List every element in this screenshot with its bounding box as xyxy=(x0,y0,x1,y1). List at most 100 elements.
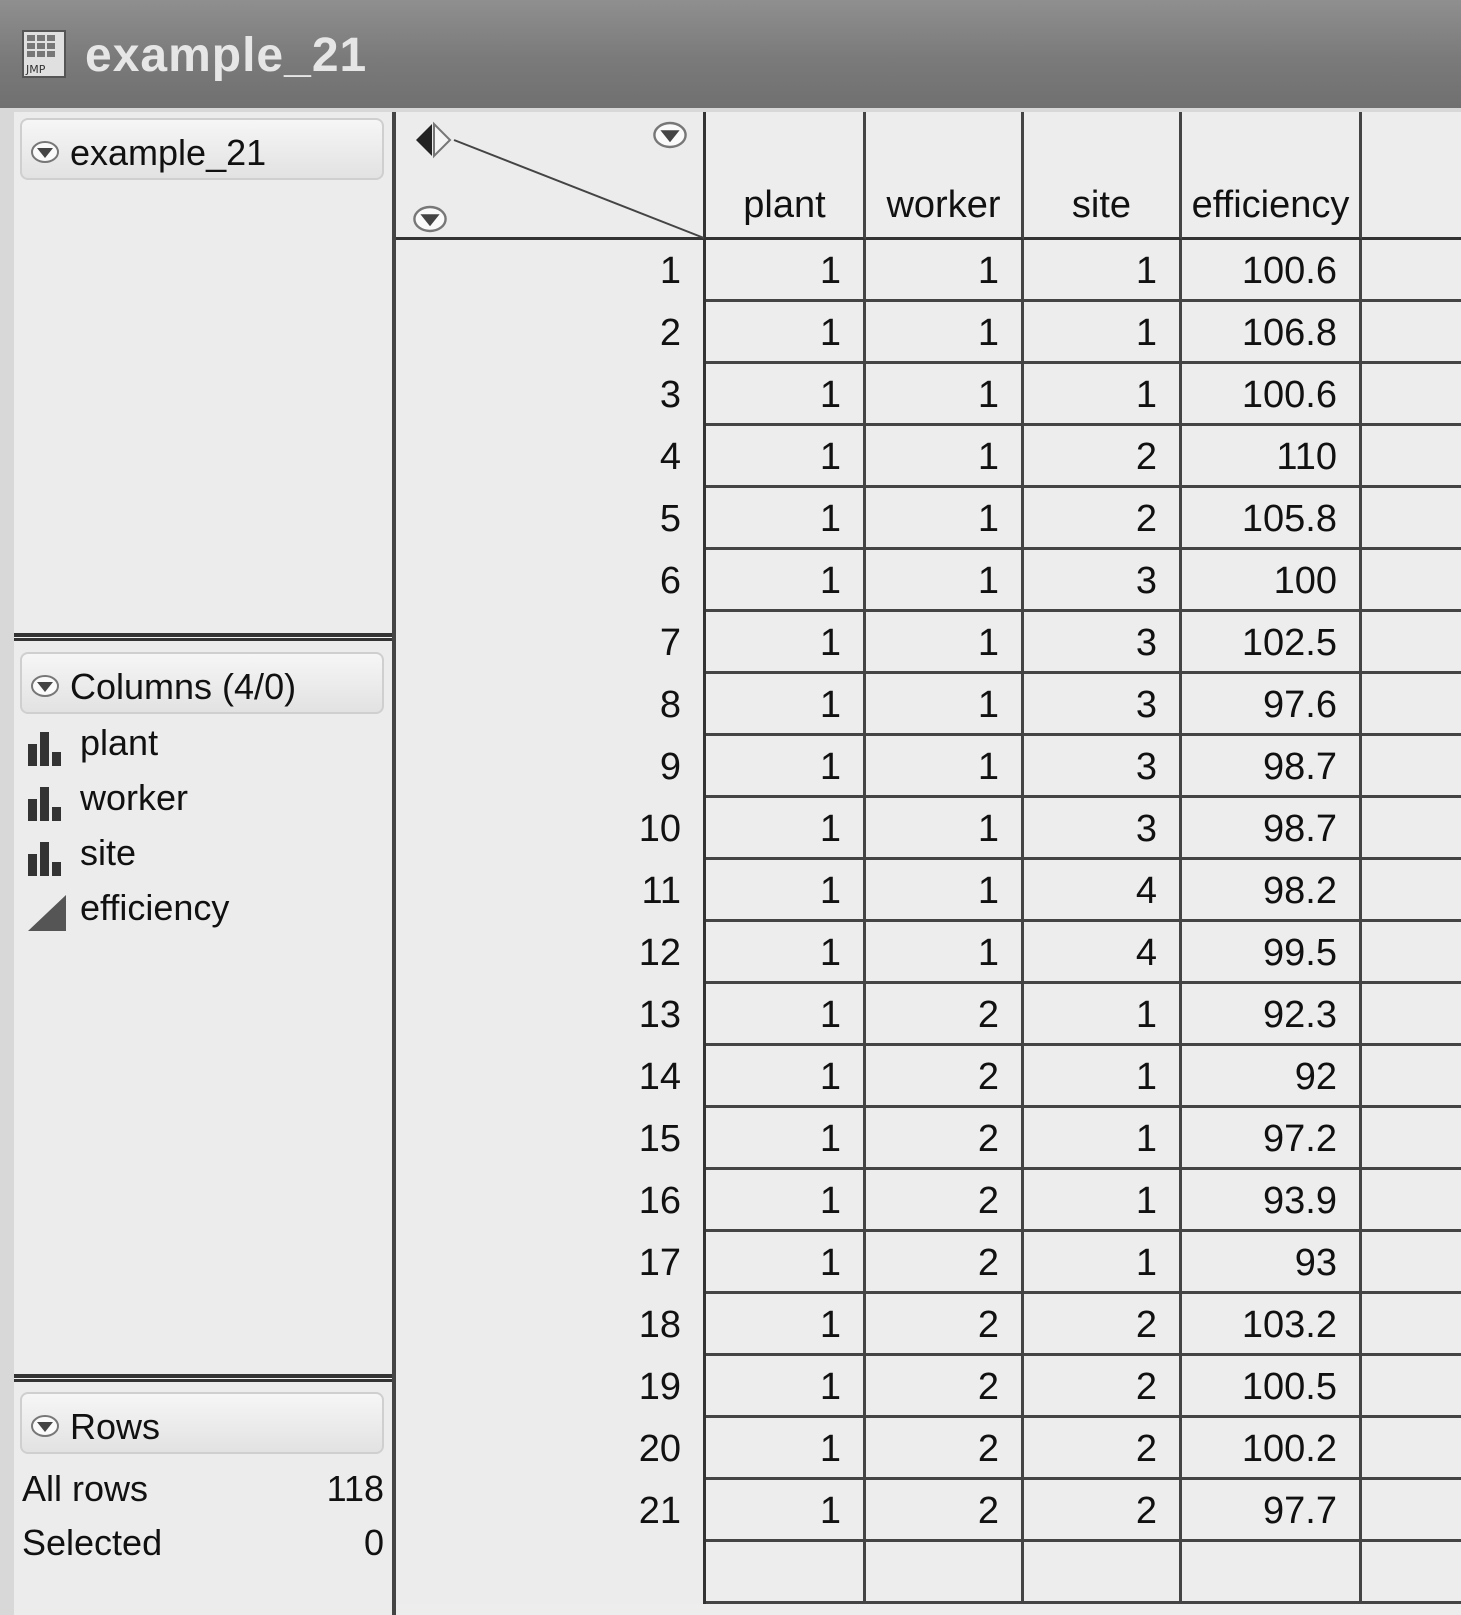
table-cell[interactable]: 1 xyxy=(706,364,866,426)
row-number[interactable]: 11 xyxy=(396,860,706,922)
table-cell[interactable]: 1 xyxy=(866,736,1024,798)
table-cell[interactable]: 1 xyxy=(866,302,1024,364)
table-cell-empty[interactable] xyxy=(1362,674,1461,736)
table-cell-empty[interactable] xyxy=(1362,302,1461,364)
table-cell[interactable]: 2 xyxy=(1024,1480,1182,1542)
table-row[interactable] xyxy=(396,1542,1461,1604)
disclosure-triangle-icon[interactable] xyxy=(30,1414,60,1438)
table-panel-header[interactable]: example_21 xyxy=(20,118,384,180)
table-cell[interactable]: 1 xyxy=(866,798,1024,860)
row-number[interactable]: 7 xyxy=(396,612,706,674)
table-cell[interactable]: 1 xyxy=(706,984,866,1046)
table-cell[interactable]: 1 xyxy=(866,860,1024,922)
table-row[interactable]: 8 1 1 3 97.6 xyxy=(396,674,1461,736)
table-cell[interactable]: 100.5 xyxy=(1182,1356,1362,1418)
table-row[interactable]: 1 1 1 1 100.6 xyxy=(396,240,1461,302)
table-row[interactable]: 19 1 2 2 100.5 xyxy=(396,1356,1461,1418)
table-cell[interactable]: 3 xyxy=(1024,674,1182,736)
table-cell[interactable]: 1 xyxy=(706,1108,866,1170)
row-number[interactable]: 2 xyxy=(396,302,706,364)
table-cell[interactable] xyxy=(1182,1542,1362,1604)
table-cell[interactable]: 1 xyxy=(866,550,1024,612)
table-cell[interactable]: 4 xyxy=(1024,860,1182,922)
table-cell[interactable]: 1 xyxy=(706,860,866,922)
column-header-plant[interactable]: plant xyxy=(706,112,866,240)
table-cell[interactable]: 1 xyxy=(706,736,866,798)
table-row[interactable]: 4 1 1 2 110 xyxy=(396,426,1461,488)
row-number[interactable]: 1 xyxy=(396,240,706,302)
table-row[interactable]: 21 1 2 2 97.7 xyxy=(396,1480,1461,1542)
table-cell[interactable]: 1 xyxy=(866,240,1024,302)
table-cell[interactable]: 2 xyxy=(1024,488,1182,550)
table-cell[interactable] xyxy=(1024,1542,1182,1604)
table-row[interactable]: 15 1 2 1 97.2 xyxy=(396,1108,1461,1170)
table-row[interactable]: 6 1 1 3 100 xyxy=(396,550,1461,612)
table-cell-empty[interactable] xyxy=(1362,426,1461,488)
table-row[interactable]: 17 1 2 1 93 xyxy=(396,1232,1461,1294)
table-cell[interactable]: 1 xyxy=(706,302,866,364)
table-cell[interactable]: 2 xyxy=(1024,1418,1182,1480)
table-cell[interactable]: 1 xyxy=(706,426,866,488)
table-cell[interactable] xyxy=(866,1542,1024,1604)
table-cell[interactable]: 1 xyxy=(866,922,1024,984)
table-cell[interactable]: 1 xyxy=(706,798,866,860)
table-cell[interactable]: 97.7 xyxy=(1182,1480,1362,1542)
table-cell[interactable]: 99.5 xyxy=(1182,922,1362,984)
table-cell[interactable]: 100.6 xyxy=(1182,364,1362,426)
table-row[interactable]: 16 1 2 1 93.9 xyxy=(396,1170,1461,1232)
table-cell[interactable]: 1 xyxy=(706,1356,866,1418)
table-cell-empty[interactable] xyxy=(1362,364,1461,426)
table-row[interactable]: 13 1 2 1 92.3 xyxy=(396,984,1461,1046)
column-header-empty[interactable] xyxy=(1362,112,1461,240)
table-cell[interactable]: 1 xyxy=(706,922,866,984)
table-cell[interactable] xyxy=(706,1542,866,1604)
table-row[interactable]: 18 1 2 2 103.2 xyxy=(396,1294,1461,1356)
table-cell[interactable]: 100.6 xyxy=(1182,240,1362,302)
table-cell[interactable]: 2 xyxy=(866,1480,1024,1542)
table-cell-empty[interactable] xyxy=(1362,1480,1461,1542)
disclosure-triangle-icon[interactable] xyxy=(30,140,60,164)
row-number[interactable]: 4 xyxy=(396,426,706,488)
table-cell[interactable]: 1 xyxy=(866,612,1024,674)
table-cell[interactable]: 1 xyxy=(706,550,866,612)
table-cell[interactable]: 4 xyxy=(1024,922,1182,984)
panel-divider[interactable] xyxy=(14,633,392,641)
table-cell[interactable]: 1 xyxy=(706,488,866,550)
table-row[interactable]: 11 1 1 4 98.2 xyxy=(396,860,1461,922)
table-cell[interactable]: 2 xyxy=(866,1170,1024,1232)
table-cell[interactable]: 1 xyxy=(1024,984,1182,1046)
table-cell[interactable]: 3 xyxy=(1024,736,1182,798)
table-cell-empty[interactable] xyxy=(1362,550,1461,612)
row-number[interactable]: 16 xyxy=(396,1170,706,1232)
table-cell[interactable]: 2 xyxy=(866,1294,1024,1356)
table-cell[interactable]: 2 xyxy=(866,984,1024,1046)
table-cell[interactable]: 1 xyxy=(706,674,866,736)
table-cell-empty[interactable] xyxy=(1362,1046,1461,1108)
table-cell[interactable]: 2 xyxy=(866,1232,1024,1294)
panel-divider[interactable] xyxy=(14,1374,392,1382)
table-cell[interactable]: 1 xyxy=(1024,302,1182,364)
row-number[interactable]: 13 xyxy=(396,984,706,1046)
table-cell[interactable]: 3 xyxy=(1024,550,1182,612)
table-row[interactable]: 10 1 1 3 98.7 xyxy=(396,798,1461,860)
table-row[interactable]: 14 1 2 1 92 xyxy=(396,1046,1461,1108)
table-cell[interactable]: 100.2 xyxy=(1182,1418,1362,1480)
table-cell[interactable]: 2 xyxy=(1024,1356,1182,1418)
table-cell[interactable]: 110 xyxy=(1182,426,1362,488)
row-number[interactable]: 15 xyxy=(396,1108,706,1170)
table-row[interactable]: 20 1 2 2 100.2 xyxy=(396,1418,1461,1480)
row-number[interactable]: 8 xyxy=(396,674,706,736)
row-number[interactable]: 18 xyxy=(396,1294,706,1356)
table-cell[interactable]: 2 xyxy=(1024,426,1182,488)
row-number[interactable]: 3 xyxy=(396,364,706,426)
table-cell[interactable]: 1 xyxy=(1024,1232,1182,1294)
row-number[interactable]: 20 xyxy=(396,1418,706,1480)
table-cell-empty[interactable] xyxy=(1362,798,1461,860)
table-cell[interactable]: 100 xyxy=(1182,550,1362,612)
table-cell[interactable]: 1 xyxy=(706,1232,866,1294)
table-cell[interactable]: 3 xyxy=(1024,612,1182,674)
table-cell[interactable]: 2 xyxy=(866,1418,1024,1480)
table-cell[interactable]: 1 xyxy=(706,1418,866,1480)
table-cell[interactable]: 3 xyxy=(1024,798,1182,860)
table-cell[interactable]: 92 xyxy=(1182,1046,1362,1108)
